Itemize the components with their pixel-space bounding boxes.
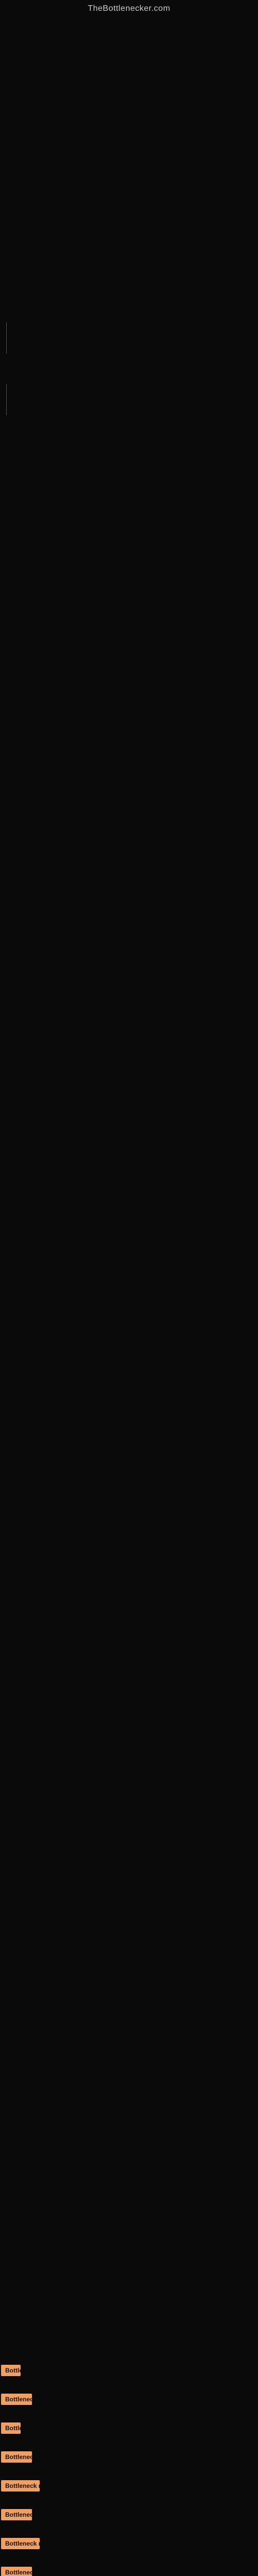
bottleneck-item-5: Bottleneck result [0,2478,258,2494]
bottleneck-item-7: Bottleneck result [0,2536,258,2551]
chart-area [0,13,258,1188]
bottleneck-label-5[interactable]: Bottleneck result [1,2480,40,2492]
bottleneck-item-4: Bottleneck result [0,2449,258,2465]
bottleneck-label-2[interactable]: Bottleneck result [1,2394,32,2405]
axis-line-vertical-1 [6,323,7,353]
bottleneck-item-1: Bottleneck result [0,2363,258,2378]
bottleneck-results-list: Bottleneck result Bottleneck result Bottle… [0,1188,258,2576]
bottleneck-label-3[interactable]: Bottleneck result [1,2422,21,2434]
bottleneck-label-4[interactable]: Bottleneck result [1,2451,32,2463]
axis-line-vertical-2 [6,384,7,415]
bottleneck-item-6: Bottleneck result [0,2507,258,2522]
bottleneck-label-6[interactable]: Bottleneck result [1,2509,32,2520]
bottleneck-item-2: Bottleneck result [0,2392,258,2407]
bottleneck-label-7[interactable]: Bottleneck result [1,2538,40,2549]
site-title-container: TheBottlenecker.com [0,0,258,13]
site-title: TheBottlenecker.com [0,0,258,13]
bottleneck-item-8: Bottleneck result [0,2565,258,2576]
bottleneck-item-3: Bottleneck result [0,2420,258,2436]
bottleneck-label-1[interactable]: Bottleneck result [1,2365,21,2376]
bottleneck-label-8[interactable]: Bottleneck result [1,2567,32,2576]
